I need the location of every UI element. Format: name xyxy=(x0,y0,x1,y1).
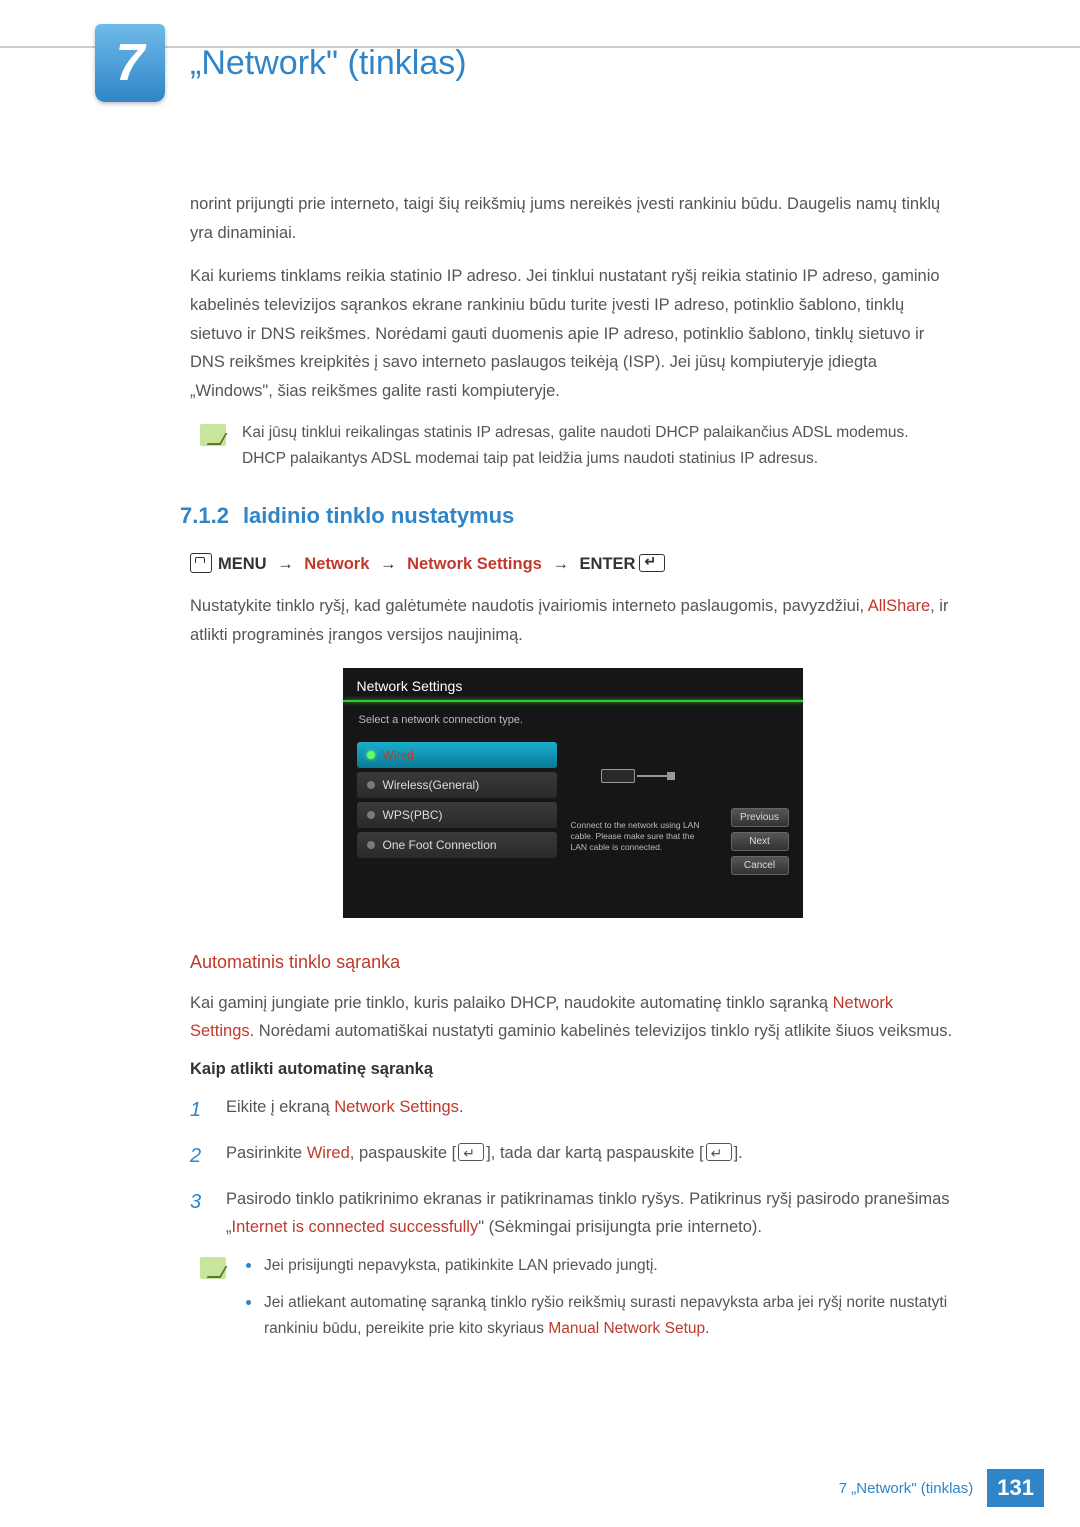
step-number: 2 xyxy=(190,1139,208,1173)
content: norint prijungti prie interneto, taigi š… xyxy=(190,190,955,1382)
note-icon xyxy=(200,1257,226,1279)
osd-rule xyxy=(343,700,803,702)
enter-icon xyxy=(458,1143,484,1161)
note-block: Kai jūsų tinklui reikalingas statinis IP… xyxy=(200,420,955,473)
note-bullets: Jei prisijungti nepavyksta, patikinkite … xyxy=(242,1253,955,1352)
menu-label: MENU xyxy=(218,555,267,573)
bullet-2: Jei atliekant automatinę sąranką tinklo … xyxy=(242,1290,955,1343)
b2-post: . xyxy=(705,1320,709,1337)
auto-post: . Norėdami automatiškai nustatyti gamini… xyxy=(250,1022,952,1040)
section-title: laidinio tinklo nustatymus xyxy=(243,503,514,528)
s1-post: . xyxy=(459,1098,464,1116)
path-network: Network xyxy=(304,555,369,573)
s2-mid2: ], tada dar kartą paspauskite [ xyxy=(486,1144,703,1162)
device-icon xyxy=(601,769,635,783)
enter-icon xyxy=(706,1143,732,1161)
bullet-1: Jei prisijungti nepavyksta, patikinkite … xyxy=(242,1253,955,1279)
osd-title: Network Settings xyxy=(343,668,803,700)
osd-buttons: Previous Next Cancel xyxy=(731,808,789,880)
radio-icon xyxy=(367,811,375,819)
intro-p1: norint prijungti prie interneto, taigi š… xyxy=(190,190,955,248)
auto-pre: Kai gaminį jungiate prie tinklo, kuris p… xyxy=(190,994,833,1012)
osd-item-onefoot[interactable]: One Foot Connection xyxy=(357,832,557,858)
osd-next-button[interactable]: Next xyxy=(731,832,789,851)
step-number: 3 xyxy=(190,1185,208,1241)
note-block-2: Jei prisijungti nepavyksta, patikinkite … xyxy=(200,1253,955,1352)
s2-post: ]. xyxy=(734,1144,743,1162)
allshare-label: AllShare xyxy=(868,597,930,615)
step-1: 1 Eikite į ekraną Network Settings. xyxy=(190,1093,955,1127)
osd-screenshot: Network Settings Select a network connec… xyxy=(343,668,803,918)
section-heading: 7.1.2 laidinio tinklo nustatymus xyxy=(180,503,955,529)
osd-item-label: One Foot Connection xyxy=(383,838,497,852)
auto-heading: Automatinis tinklo sąranka xyxy=(190,952,955,973)
chapter-number: 7 xyxy=(116,33,145,93)
arrow-icon: → xyxy=(271,555,300,573)
cable-icon xyxy=(637,775,667,777)
footer: 7 „Network" (tinklas) 131 xyxy=(839,1469,1044,1507)
osd-item-wps[interactable]: WPS(PBC) xyxy=(357,802,557,828)
enter-label: ENTER xyxy=(580,555,636,573)
osd-subtitle: Select a network connection type. xyxy=(343,710,803,736)
step-text: Eikite į ekraną Network Settings. xyxy=(226,1093,464,1127)
path-network-settings: Network Settings xyxy=(407,555,542,573)
s2-mid: , paspauskite [ xyxy=(350,1144,456,1162)
page: 7 „Network" (tinklas) norint prijungti p… xyxy=(0,0,1080,1527)
s2-pre: Pasirinkite xyxy=(226,1144,307,1162)
auto-desc: Kai gaminį jungiate prie tinklo, kuris p… xyxy=(190,989,955,1047)
s2-accent: Wired xyxy=(307,1144,350,1162)
radio-icon xyxy=(367,781,375,789)
chapter-tab: 7 xyxy=(95,24,165,102)
enter-icon xyxy=(639,554,665,572)
section-desc: Nustatykite tinklo ryšį, kad galėtumėte … xyxy=(190,592,955,650)
intro-p2: Kai kuriems tinklams reikia statinio IP … xyxy=(190,262,955,406)
osd-cancel-button[interactable]: Cancel xyxy=(731,856,789,875)
steps-list: 1 Eikite į ekraną Network Settings. 2 Pa… xyxy=(190,1093,955,1241)
s1-accent: Network Settings xyxy=(334,1098,459,1116)
osd-previous-button[interactable]: Previous xyxy=(731,808,789,827)
arrow-icon: → xyxy=(546,555,575,573)
osd-item-wired[interactable]: Wired xyxy=(357,742,557,768)
step-number: 1 xyxy=(190,1093,208,1127)
page-number: 131 xyxy=(987,1469,1044,1507)
menu-icon xyxy=(190,553,212,573)
s3-post: " (Sėkmingai prisijungta prie interneto)… xyxy=(478,1218,762,1236)
section-number: 7.1.2 xyxy=(180,503,229,528)
osd-list: Wired Wireless(General) WPS(PBC) One Foo… xyxy=(357,742,557,862)
osd-item-label: Wired xyxy=(383,748,414,762)
step-2: 2 Pasirinkite Wired, paspauskite [ ], tad… xyxy=(190,1139,955,1173)
b2-accent: Manual Network Setup xyxy=(548,1320,705,1337)
s1-pre: Eikite į ekraną xyxy=(226,1098,334,1116)
menu-path: MENU → Network → Network Settings → ENTE… xyxy=(190,553,955,574)
step-3: 3 Pasirodo tinklo patikrinimo ekranas ir… xyxy=(190,1185,955,1241)
note-text: Kai jūsų tinklui reikalingas statinis IP… xyxy=(242,420,955,473)
footer-text: 7 „Network" (tinklas) xyxy=(839,1480,974,1497)
step-text: Pasirinkite Wired, paspauskite [ ], tada … xyxy=(226,1139,743,1173)
s3-accent: Internet is connected successfully xyxy=(232,1218,479,1236)
osd-item-label: WPS(PBC) xyxy=(383,808,443,822)
note-icon xyxy=(200,424,226,446)
chapter-title: „Network" (tinklas) xyxy=(190,44,467,83)
osd-illustration xyxy=(601,764,679,788)
arrow-icon: → xyxy=(374,555,403,573)
step-text: Pasirodo tinklo patikrinimo ekranas ir p… xyxy=(226,1185,955,1241)
desc-pre: Nustatykite tinklo ryšį, kad galėtumėte … xyxy=(190,597,868,615)
howto-heading: Kaip atlikti automatinę sąranką xyxy=(190,1060,955,1079)
osd-desc: Connect to the network using LAN cable. … xyxy=(571,820,701,853)
osd-item-wireless[interactable]: Wireless(General) xyxy=(357,772,557,798)
plug-icon xyxy=(667,772,675,780)
osd-item-label: Wireless(General) xyxy=(383,778,480,792)
radio-icon xyxy=(367,751,375,759)
radio-icon xyxy=(367,841,375,849)
